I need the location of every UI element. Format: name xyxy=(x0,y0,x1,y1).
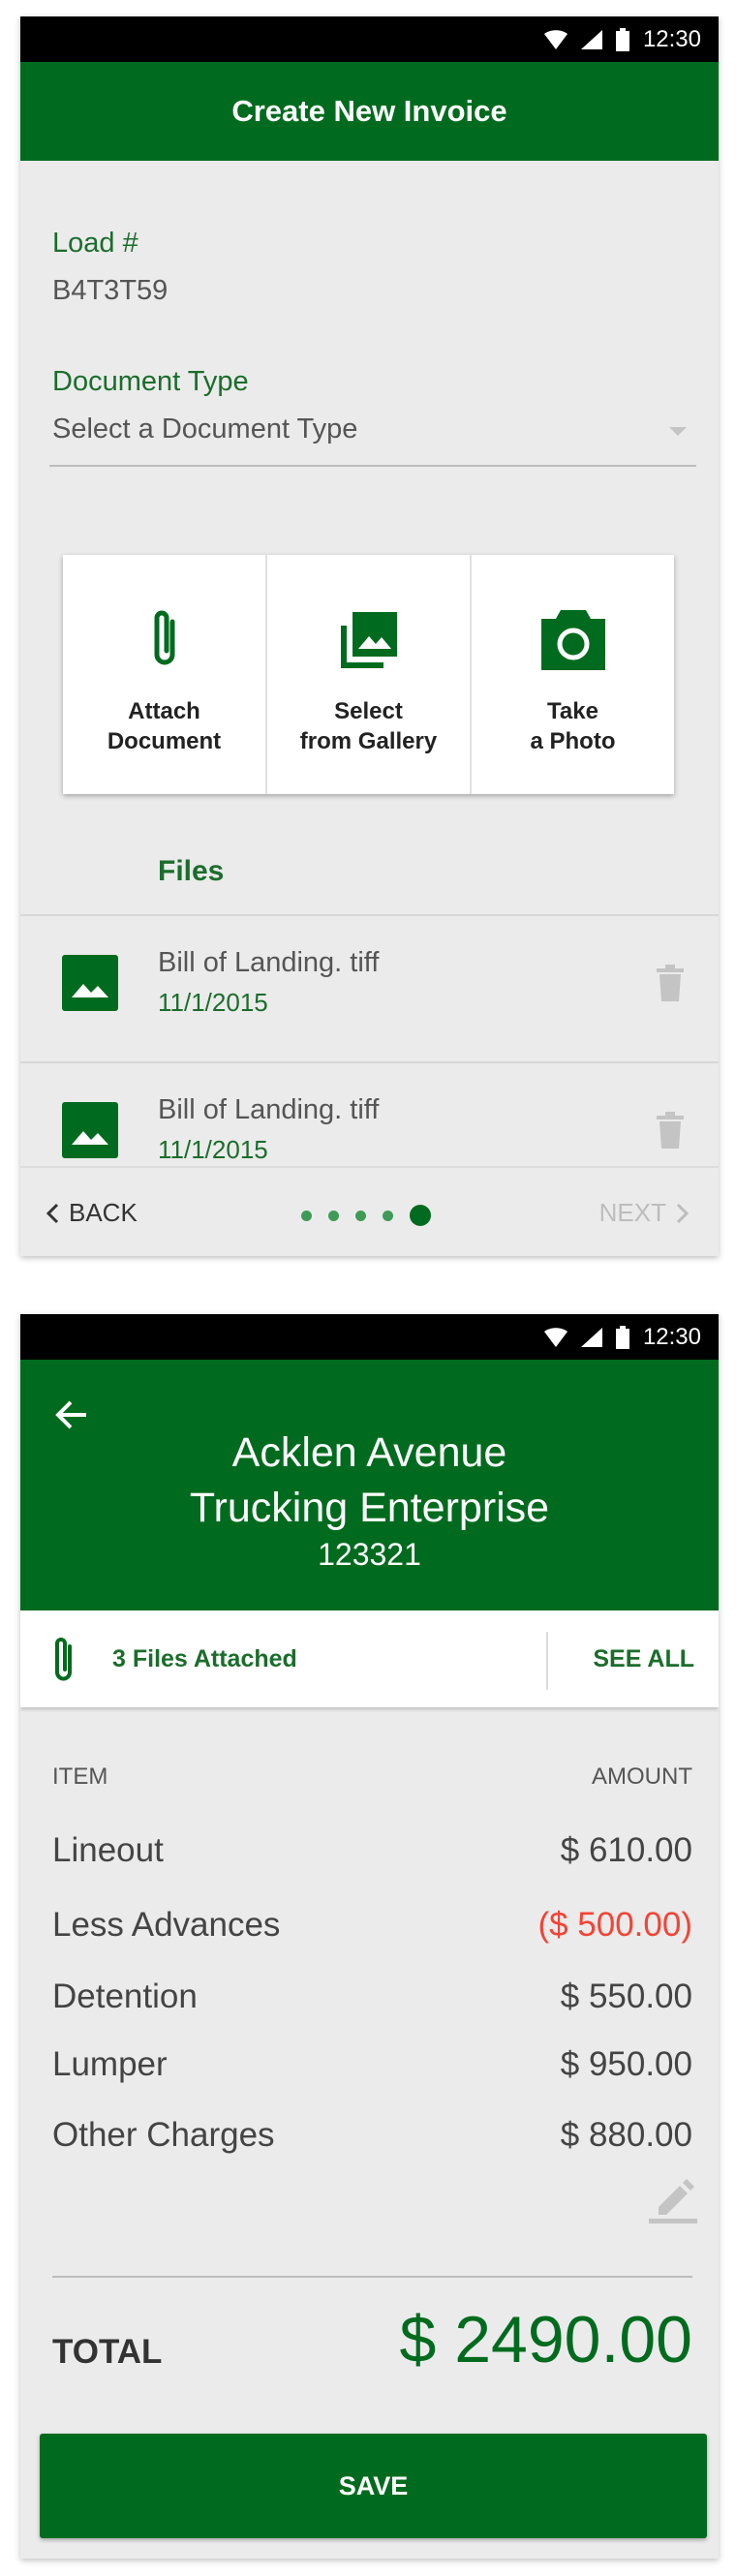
line-item-desc: Lineout xyxy=(52,1831,164,1869)
page-dot xyxy=(383,1210,393,1221)
bar-divider xyxy=(546,1632,548,1690)
total-divider xyxy=(52,2276,692,2278)
status-bar: 12:30 xyxy=(20,16,719,62)
back-button[interactable]: BACK xyxy=(46,1168,138,1256)
signal-icon xyxy=(580,1327,602,1347)
total-label: TOTAL xyxy=(52,2333,163,2371)
take-photo-label: Take a Photo xyxy=(530,698,616,754)
total-value: $ 2490.00 xyxy=(399,2303,692,2377)
page-dot xyxy=(301,1210,312,1221)
invoice-summary-screen: 12:30 Acklen Avenue Trucking Enterprise … xyxy=(20,1314,719,2559)
select-from-gallery-button[interactable]: Select from Gallery xyxy=(267,555,472,794)
gallery-icon xyxy=(340,612,397,668)
page-dot xyxy=(355,1210,366,1221)
file-list-item[interactable]: Bill of Landing. tiff 11/1/2015 xyxy=(20,914,719,1061)
battery-icon xyxy=(615,1325,629,1349)
line-item-desc: Less Advances xyxy=(52,1906,281,1944)
image-file-icon xyxy=(62,955,118,1011)
paperclip-icon xyxy=(154,610,174,665)
select-from-gallery-label: Select from Gallery xyxy=(299,698,438,754)
document-type-placeholder: Select a Document Type xyxy=(52,414,358,445)
battery-icon xyxy=(615,27,629,51)
attach-document-button[interactable]: Attach Document xyxy=(63,555,267,794)
status-bar: 12:30 xyxy=(20,1314,719,1360)
page-dot-active xyxy=(410,1205,431,1226)
next-label: NEXT xyxy=(598,1198,666,1227)
chevron-left-icon xyxy=(46,1203,59,1223)
image-file-icon xyxy=(62,1102,118,1158)
bottom-navigation: BACK NEXT xyxy=(20,1166,719,1256)
line-item-amount: $ 550.00 xyxy=(560,1978,692,2015)
line-item: Detention $ 550.00 xyxy=(52,1978,692,2026)
signal-icon xyxy=(580,29,602,49)
dropdown-arrow-icon xyxy=(669,427,687,436)
attached-files-bar: 3 Files Attached SEE ALL xyxy=(20,1610,719,1707)
document-type-select[interactable]: Select a Document Type xyxy=(49,404,696,464)
amount-column-header: AMOUNT xyxy=(592,1763,692,1790)
line-item: Lumper $ 950.00 xyxy=(52,2045,692,2094)
file-date: 11/1/2015 xyxy=(158,988,268,1017)
files-attached-count: 3 Files Attached xyxy=(112,1645,297,1672)
item-column-header: ITEM xyxy=(52,1763,108,1790)
delete-icon[interactable] xyxy=(657,1112,684,1149)
chevron-right-icon xyxy=(676,1203,690,1223)
see-all-button[interactable]: SEE ALL xyxy=(593,1645,694,1673)
next-button[interactable]: NEXT xyxy=(599,1168,690,1256)
status-time: 12:30 xyxy=(642,25,701,52)
wifi-icon xyxy=(543,1327,567,1347)
status-time: 12:30 xyxy=(642,1323,701,1350)
load-value: B4T3T59 xyxy=(52,275,169,306)
page-dot xyxy=(328,1210,339,1221)
file-name: Bill of Landing. tiff xyxy=(158,1094,380,1125)
line-item-desc: Detention xyxy=(52,1978,198,2015)
header: Acklen Avenue Trucking Enterprise 123321 xyxy=(20,1360,719,1610)
company-id: 123321 xyxy=(318,1537,421,1572)
page-indicator xyxy=(301,1205,431,1226)
line-item-amount: $ 610.00 xyxy=(560,1831,692,1869)
paperclip-icon xyxy=(55,1638,72,1681)
delete-icon[interactable] xyxy=(657,965,684,1001)
line-item-desc: Lumper xyxy=(52,2045,168,2083)
create-invoice-screen: 12:30 Create New Invoice Load # B4T3T59 … xyxy=(20,16,719,1256)
line-item-amount: $ 880.00 xyxy=(560,2116,692,2154)
back-label: BACK xyxy=(69,1198,138,1227)
file-name: Bill of Landing. tiff xyxy=(158,947,380,978)
line-item: Other Charges $ 880.00 xyxy=(52,2116,692,2164)
take-photo-button[interactable]: Take a Photo xyxy=(472,555,674,794)
files-section-title: Files xyxy=(158,855,225,887)
line-item-desc: Other Charges xyxy=(52,2116,275,2154)
edit-icon[interactable] xyxy=(649,2174,697,2224)
line-item-amount: $ 950.00 xyxy=(560,2045,692,2083)
load-label: Load # xyxy=(52,228,138,259)
line-item: Less Advances ($ 500.00) xyxy=(52,1906,692,1954)
line-item-amount: ($ 500.00) xyxy=(537,1906,692,1944)
document-type-label: Document Type xyxy=(52,366,249,397)
company-name: Acklen Avenue Trucking Enterprise xyxy=(189,1429,550,1531)
wifi-icon xyxy=(543,29,567,49)
attachment-actions: Attach Document Select from Gallery Take… xyxy=(63,555,674,794)
line-item: Lineout $ 610.00 xyxy=(52,1831,692,1880)
page-title: Create New Invoice xyxy=(20,62,719,161)
document-type-underline xyxy=(49,465,696,467)
save-button[interactable]: SAVE xyxy=(40,2434,707,2538)
camera-icon xyxy=(540,610,605,670)
file-date: 11/1/2015 xyxy=(158,1135,268,1164)
attach-document-label: Attach Document xyxy=(107,698,222,754)
